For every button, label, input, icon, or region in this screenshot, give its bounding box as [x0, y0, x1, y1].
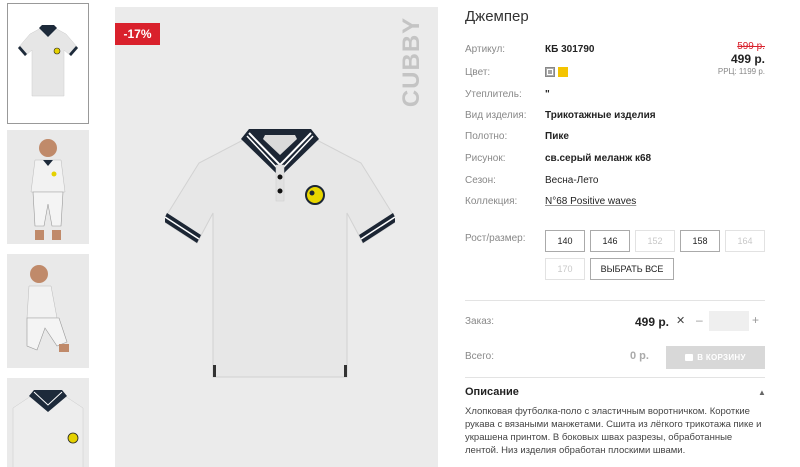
- thumbnail-3[interactable]: [7, 254, 89, 368]
- old-price: 599 р.: [737, 41, 765, 52]
- thumbnail-2[interactable]: [7, 130, 89, 244]
- product-title: Джемпер: [465, 8, 529, 25]
- size-option-164: 164: [725, 230, 765, 252]
- spec-value-fabric: Пике: [545, 131, 569, 142]
- brand-watermark: CUBBY: [398, 16, 425, 108]
- size-option-140[interactable]: 140: [545, 230, 585, 252]
- spec-label-fabric: Полотно:: [465, 131, 508, 142]
- thumbnail-1[interactable]: [7, 3, 89, 124]
- spec-label-article: Артикул:: [465, 44, 506, 55]
- spec-label-insulation: Утеплитель:: [465, 89, 522, 100]
- total-value: 0 р.: [630, 350, 649, 362]
- collection-link[interactable]: N°68 Positive waves: [545, 196, 636, 207]
- spec-value-pattern: св.серый меланж к68: [545, 153, 652, 164]
- color-swatch-grey[interactable]: [545, 67, 555, 77]
- spec-value-insulation: ": [545, 89, 550, 100]
- order-label: Заказ:: [465, 316, 495, 327]
- select-all-sizes-button[interactable]: ВЫБРАТЬ ВСЕ: [590, 258, 674, 280]
- cart-icon: [685, 354, 694, 361]
- spec-label-product-type: Вид изделия:: [465, 110, 527, 121]
- size-option-158[interactable]: 158: [680, 230, 720, 252]
- discount-badge: -17%: [115, 23, 160, 45]
- quantity-input[interactable]: [709, 311, 749, 331]
- order-unit-price: 499 р.: [635, 315, 670, 329]
- spec-value-season: Весна-Лето: [545, 175, 599, 186]
- color-swatch-yellow[interactable]: [558, 67, 568, 77]
- add-to-cart-label: В КОРЗИНУ: [697, 353, 746, 362]
- total-label: Всего:: [465, 351, 494, 362]
- spec-label-season: Сезон:: [465, 175, 496, 186]
- size-option-146[interactable]: 146: [590, 230, 630, 252]
- decrease-qty-button[interactable]: –: [696, 313, 703, 327]
- size-option-170: 170: [545, 258, 585, 280]
- divider: [465, 377, 765, 378]
- spec-value-article: КБ 301790: [545, 44, 595, 55]
- spec-label-pattern: Рисунок:: [465, 153, 506, 164]
- size-label: Рост/размер:: [465, 233, 526, 244]
- add-to-cart-button[interactable]: В КОРЗИНУ: [666, 346, 765, 369]
- spec-label-color: Цвет:: [465, 67, 491, 78]
- recommended-retail-price: РРЦ: 1199 р.: [717, 67, 765, 76]
- increase-qty-button[interactable]: +: [752, 313, 759, 327]
- divider: [465, 300, 765, 301]
- description-text: Хлопковая футболка-поло с эластичным вор…: [465, 406, 762, 456]
- thumbnail-4[interactable]: [7, 378, 89, 467]
- spec-label-collection: Коллекция:: [465, 196, 518, 207]
- current-price: 499 р.: [730, 52, 765, 66]
- polo-shirt-image: [165, 129, 395, 378]
- size-option-152: 152: [635, 230, 675, 252]
- product-main-image[interactable]: -17% CUBBY: [115, 7, 438, 467]
- chevron-up-icon[interactable]: ▲: [758, 388, 766, 397]
- times-icon: ✕: [676, 315, 686, 327]
- spec-value-product-type: Трикотажные изделия: [545, 110, 656, 121]
- description-title[interactable]: Описание: [465, 386, 519, 398]
